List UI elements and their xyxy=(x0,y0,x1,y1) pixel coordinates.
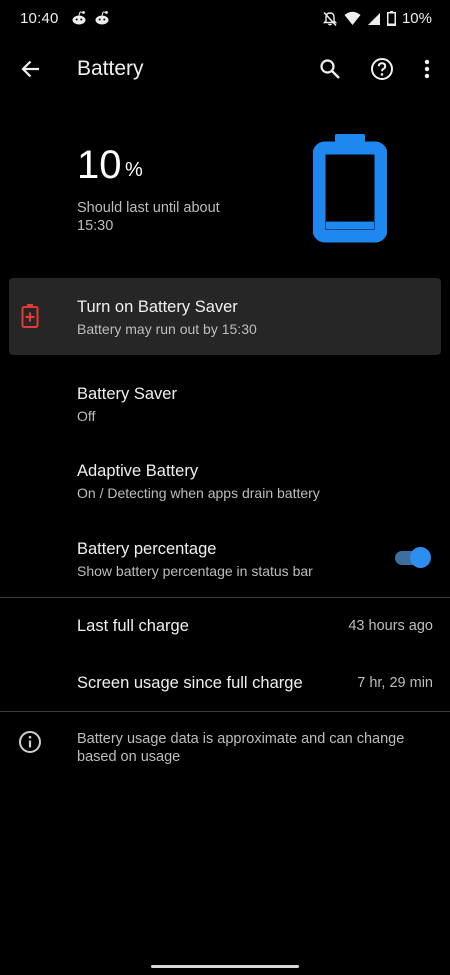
signal-icon xyxy=(367,12,380,25)
help-button[interactable] xyxy=(367,54,397,84)
battery-percentage-toggle[interactable] xyxy=(393,546,431,570)
setting-battery-saver[interactable]: Battery Saver Off xyxy=(77,385,177,424)
setting-title: Battery percentage xyxy=(77,540,217,558)
suggestion-subtitle: Battery may run out by 15:30 xyxy=(77,321,257,337)
setting-subtitle: Show battery percentage in status bar xyxy=(77,563,313,579)
info-icon xyxy=(19,731,41,753)
reddit-icon xyxy=(95,11,109,25)
suggestion-title: Turn on Battery Saver xyxy=(77,298,238,316)
help-icon xyxy=(371,58,393,80)
divider xyxy=(0,597,450,598)
back-arrow-icon xyxy=(21,60,39,78)
last-full-charge-value: 43 hours ago xyxy=(348,618,433,634)
more-vert-icon xyxy=(424,59,430,79)
status-time: 10:40 xyxy=(20,10,59,27)
battery-saver-suggestion[interactable]: Turn on Battery Saver Battery may run ou… xyxy=(9,278,441,355)
setting-adaptive-battery[interactable]: Adaptive Battery On / Detecting when app… xyxy=(77,462,320,501)
reddit-icon xyxy=(72,11,86,25)
status-battery-percent: 10% xyxy=(401,10,432,27)
battery-estimate: Should last until about 15:30 xyxy=(77,200,220,234)
wifi-icon xyxy=(344,11,361,25)
page-title: Battery xyxy=(77,57,144,80)
gesture-navigation-bar[interactable] xyxy=(151,965,299,968)
screen-usage-value: 7 hr, 29 min xyxy=(357,675,433,691)
battery-alert-icon xyxy=(21,304,39,328)
battery-level-unit: % xyxy=(125,159,143,181)
back-button[interactable] xyxy=(16,54,46,84)
app-bar: Battery xyxy=(0,40,450,96)
divider xyxy=(0,711,450,712)
setting-title: Adaptive Battery xyxy=(77,462,199,480)
screen-usage-label: Screen usage since full charge xyxy=(77,674,303,692)
battery-usage-info: Battery usage data is approximate and ca… xyxy=(77,731,405,765)
setting-title: Battery Saver xyxy=(77,385,177,403)
search-icon xyxy=(320,59,340,79)
battery-saver-suggestion-text: Turn on Battery Saver Battery may run ou… xyxy=(77,298,257,337)
more-options-button[interactable] xyxy=(412,54,442,84)
status-bar: 10:40 10% xyxy=(0,0,450,38)
toggle-thumb xyxy=(410,547,431,568)
battery-level-icon xyxy=(313,134,387,243)
mute-icon xyxy=(322,11,338,26)
battery-level: 10 xyxy=(77,143,122,187)
setting-battery-percentage[interactable]: Battery percentage Show battery percenta… xyxy=(77,540,313,579)
search-button[interactable] xyxy=(315,54,345,84)
battery-icon xyxy=(386,11,396,26)
status-icons: 10% xyxy=(322,10,432,27)
last-full-charge-label: Last full charge xyxy=(77,617,189,635)
setting-subtitle: Off xyxy=(77,408,96,424)
setting-subtitle: On / Detecting when apps drain battery xyxy=(77,485,320,501)
